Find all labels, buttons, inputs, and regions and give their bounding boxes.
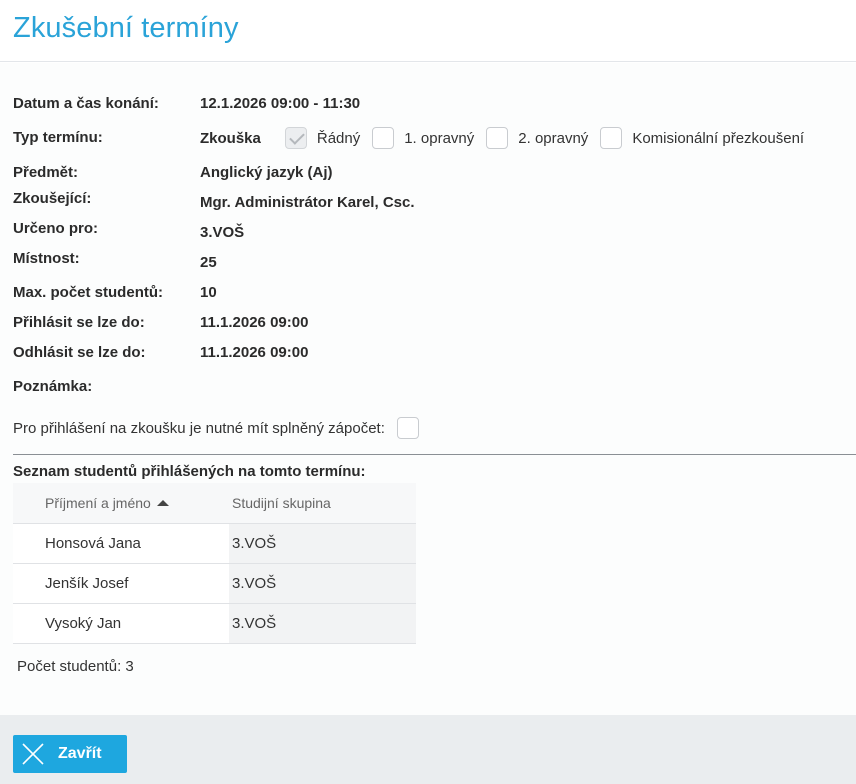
type-options: Zkouška Řádný 1. opravný 2. opravný Komi… [200,127,816,149]
intended-value: 3.VOŠ [200,224,245,241]
student-group: 3.VOŠ [229,563,416,604]
dialog-footer: Zavřít [0,715,856,784]
student-group: 3.VOŠ [229,523,416,564]
type-value: Zkouška [200,129,261,147]
prerequisite-checkbox[interactable] [396,417,419,439]
examiner-label: Zkoušející: [13,190,92,207]
students-list-title: Seznam studentů přihlášených na tomto te… [13,463,366,480]
sort-ascending-icon[interactable] [156,499,169,506]
subject-label: Předmět: [13,164,79,181]
signout-deadline-label: Odhlásit se lze do: [13,344,146,361]
type-option-label: 1. opravný [404,129,475,147]
type-checkbox-second-retake[interactable] [486,127,509,149]
room-label: Místnost: [13,250,80,267]
close-button[interactable]: Zavřít [13,735,127,773]
prerequisite-row: Pro přihlášení na zkoušku je nutné mít s… [13,417,419,439]
type-checkbox-regular[interactable] [284,127,307,149]
section-divider [13,454,856,455]
max-students-label: Max. počet studentů: [13,284,164,301]
students-table: Příjmení a jméno Studijní skupina Honsov… [13,483,416,644]
note-label: Poznámka: [13,378,93,395]
type-label: Typ termínu: [13,129,103,146]
max-students-value: 10 [200,284,217,301]
type-option-label: Komisionální přezkoušení [632,129,805,147]
table-header-row: Příjmení a jméno Studijní skupina [13,483,416,524]
signin-deadline-value: 11.1.2026 09:00 [200,314,309,331]
student-count: Počet studentů: 3 [17,658,134,675]
student-name: Honsová Jana [13,523,229,564]
intended-label: Určeno pro: [13,220,99,237]
type-checkbox-commission[interactable] [600,127,623,149]
close-button-label: Zavřít [58,745,102,762]
signin-deadline-label: Přihlásit se lze do: [13,314,145,331]
table-row[interactable]: Jenšík Josef 3.VOŠ [13,563,416,604]
column-header-name[interactable]: Příjmení a jméno [13,483,229,524]
page-title: Zkušební termíny [13,12,239,44]
student-name: Jenšík Josef [13,563,229,604]
student-name: Vysoký Jan [13,603,229,644]
table-row[interactable]: Honsová Jana 3.VOŠ [13,523,416,564]
type-option-label: 2. opravný [518,129,589,147]
subject-value: Anglický jazyk (Aj) [200,164,333,181]
column-header-label: Příjmení a jméno [45,494,151,511]
close-icon [22,743,44,765]
dialog-header: Zkušební termíny [0,0,856,62]
table-row[interactable]: Vysoký Jan 3.VOŠ [13,603,416,644]
datetime-value: 12.1.2026 09:00 - 11:30 [200,95,361,112]
datetime-label: Datum a čas konání: [13,95,159,112]
prerequisite-label: Pro přihlášení na zkoušku je nutné mít s… [13,419,385,437]
type-checkbox-first-retake[interactable] [372,127,395,149]
student-group: 3.VOŠ [229,603,416,644]
type-option-label: Řádný [316,129,361,147]
signout-deadline-value: 11.1.2026 09:00 [200,344,309,361]
column-header-group[interactable]: Studijní skupina [229,483,416,524]
examiner-value: Mgr. Administrátor Karel, Csc. [200,194,415,211]
room-value: 25 [200,254,217,271]
